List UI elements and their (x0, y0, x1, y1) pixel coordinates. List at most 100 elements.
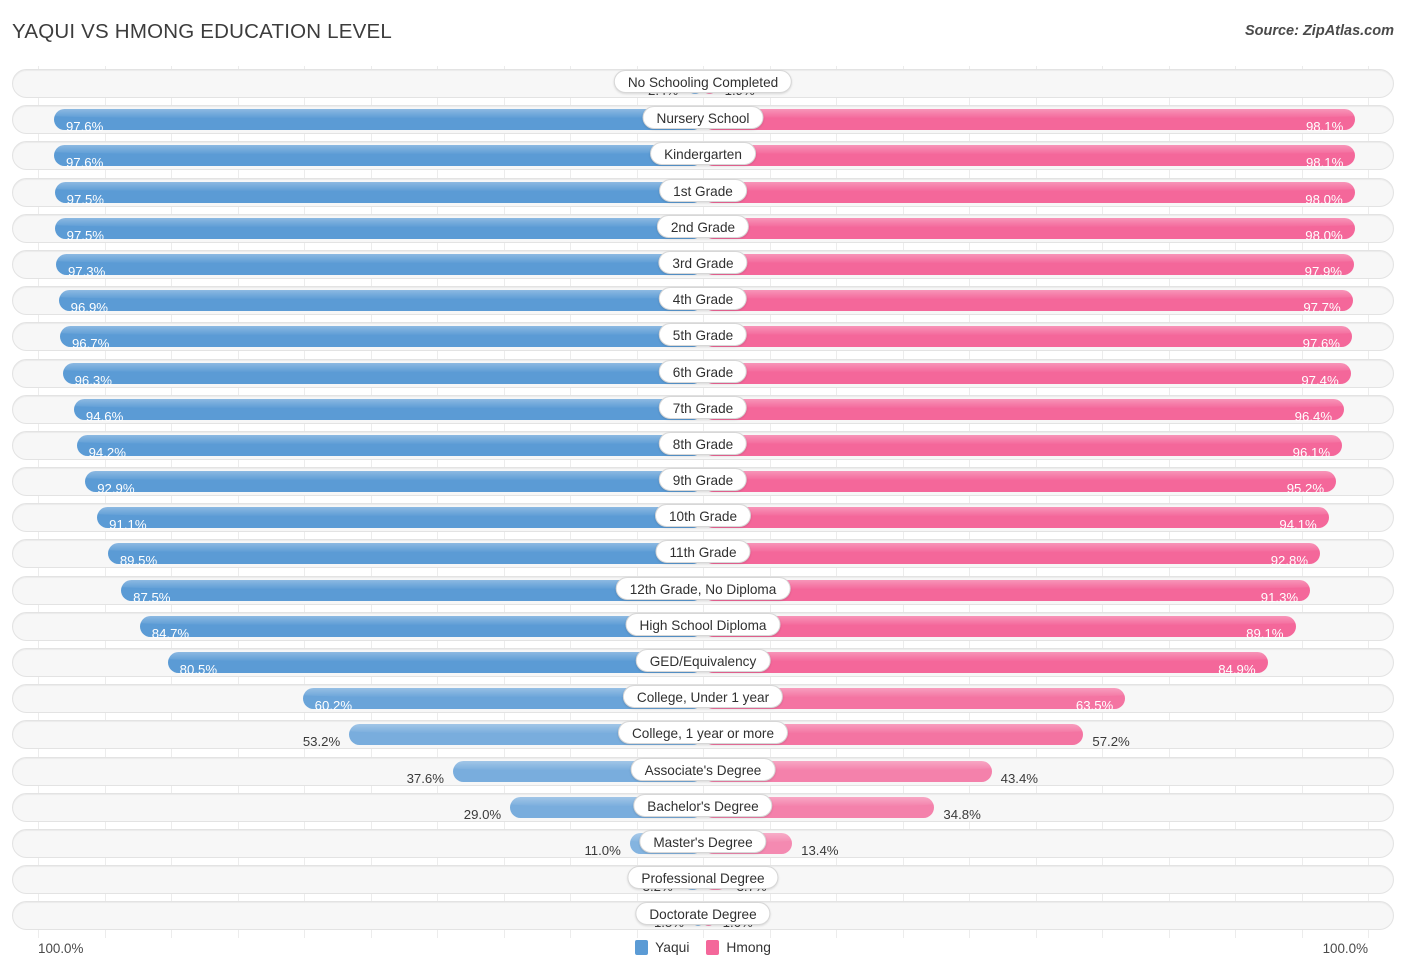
hmong-bar[interactable] (703, 253, 1355, 275)
yaqui-bar[interactable] (139, 615, 703, 637)
category-label[interactable]: No Schooling Completed (613, 70, 793, 93)
bar-row[interactable]: 96.3% 97.4% 6th Grade (0, 356, 1406, 392)
hmong-bar[interactable] (703, 652, 1268, 673)
hmong-half: 94.1% (703, 507, 1368, 532)
yaqui-value-label: 92.9% (97, 481, 135, 497)
bar-row[interactable]: 94.6% 96.4% 7th Grade (0, 392, 1406, 428)
bar-row[interactable]: 97.5% 98.0% 1st Grade (0, 175, 1406, 211)
bar-row[interactable]: 60.2% 63.5% College, Under 1 year (0, 681, 1406, 717)
hmong-bar[interactable] (703, 543, 1321, 565)
yaqui-bar[interactable] (53, 145, 703, 167)
hmong-bar[interactable] (703, 434, 1343, 456)
category-label[interactable]: GED/Equivalency (635, 649, 771, 672)
category-label[interactable]: Nursery School (642, 106, 764, 130)
bar-row[interactable]: 92.9% 95.2% 9th Grade (0, 464, 1406, 500)
hmong-bar[interactable] (703, 398, 1345, 420)
yaqui-bar[interactable] (167, 652, 703, 673)
hmong-bar[interactable] (703, 507, 1329, 529)
bar-sheen (703, 434, 1343, 444)
category-label[interactable]: 6th Grade (658, 359, 748, 383)
bar-row[interactable]: 1.5%1.6%Doctorate Degree (0, 898, 1406, 934)
yaqui-bar[interactable] (59, 326, 703, 348)
bar-sheen (62, 362, 703, 372)
hmong-bar[interactable] (703, 109, 1356, 131)
hmong-bar[interactable] (703, 326, 1353, 348)
yaqui-bar[interactable] (107, 543, 703, 565)
yaqui-half: 97.5% (38, 181, 703, 207)
bar-row[interactable]: 94.2% 96.1% 8th Grade (0, 428, 1406, 464)
bar-row[interactable]: 84.7% 89.1% High School Diploma (0, 609, 1406, 645)
bar-row[interactable]: 96.9% 97.7% 4th Grade (0, 283, 1406, 319)
bar-sheen (53, 145, 703, 155)
yaqui-bar[interactable] (58, 290, 703, 312)
hmong-bar[interactable] (703, 471, 1337, 493)
bar-row[interactable]: 97.6% 98.1% Kindergarten (0, 138, 1406, 174)
hmong-value-label: 91.3% (1260, 589, 1299, 605)
bar-row[interactable]: 89.5% 92.8% 11th Grade (0, 536, 1406, 572)
yaqui-bar[interactable] (62, 362, 703, 384)
bar-row[interactable]: 3.2%3.7%Professional Degree (0, 862, 1406, 898)
yaqui-bar[interactable] (55, 253, 703, 275)
category-label[interactable]: Kindergarten (650, 142, 756, 166)
category-label[interactable]: 1st Grade (659, 178, 747, 202)
hmong-bar[interactable] (703, 290, 1353, 312)
hmong-half: 97.4% (703, 362, 1368, 388)
bar-row[interactable]: 11.0% 13.4% Master's Degree (0, 826, 1406, 862)
hmong-bar[interactable] (703, 181, 1355, 203)
category-label[interactable]: Professional Degree (627, 866, 779, 890)
yaqui-bar[interactable] (54, 181, 703, 203)
bar-row[interactable]: 97.5% 98.0% 2nd Grade (0, 211, 1406, 247)
bar-row[interactable]: 97.3% 97.9% 3rd Grade (0, 247, 1406, 283)
bar-sheen (703, 145, 1356, 155)
category-label[interactable]: 2nd Grade (656, 214, 750, 238)
category-label[interactable]: 7th Grade (658, 395, 748, 419)
yaqui-bar[interactable] (76, 434, 703, 456)
yaqui-bar[interactable] (54, 217, 703, 239)
category-label[interactable]: High School Diploma (625, 612, 781, 636)
hmong-half: 43.4% (703, 760, 1368, 786)
category-label[interactable]: 8th Grade (658, 431, 748, 455)
yaqui-value-label: 97.3% (67, 263, 106, 279)
yaqui-bar[interactable] (97, 507, 703, 529)
bar-row[interactable]: 96.7% 97.6% 5th Grade (0, 319, 1406, 355)
category-label[interactable]: 5th Grade (658, 323, 748, 347)
category-label[interactable]: College, 1 year or more (617, 721, 789, 745)
category-label[interactable]: Master's Degree (639, 829, 767, 853)
bar-row[interactable]: 29.0% 34.8% Bachelor's Degree (0, 790, 1406, 826)
category-label[interactable]: 9th Grade (658, 468, 748, 492)
hmong-value-label: 97.6% (1302, 336, 1341, 352)
bar-row[interactable]: 2.4%1.9%No Schooling Completed (0, 66, 1406, 102)
hmong-bar[interactable] (703, 217, 1355, 239)
hmong-value-label: 98.0% (1305, 191, 1343, 207)
hmong-bar[interactable] (703, 362, 1351, 384)
category-label[interactable]: Doctorate Degree (635, 902, 771, 926)
hmong-half: 92.8% (703, 543, 1368, 568)
category-label[interactable]: 10th Grade (654, 504, 752, 528)
category-label[interactable]: 12th Grade, No Diploma (615, 576, 791, 600)
bar-row[interactable]: 87.5% 91.3% 12th Grade, No Diploma (0, 573, 1406, 609)
bar-row[interactable]: 97.6% 98.1% Nursery School (0, 102, 1406, 138)
category-label[interactable]: College, Under 1 year (622, 685, 784, 709)
legend-item-yaqui[interactable]: Yaqui (635, 940, 689, 955)
legend-item-hmong[interactable]: Hmong (706, 940, 771, 955)
hmong-bar[interactable] (703, 145, 1356, 167)
category-label[interactable]: Bachelor's Degree (633, 793, 773, 817)
category-label[interactable]: 11th Grade (655, 540, 751, 564)
hmong-bar[interactable] (703, 615, 1296, 637)
bar-row[interactable]: 37.6% 43.4% Associate's Degree (0, 754, 1406, 790)
category-label[interactable]: Associate's Degree (630, 757, 776, 781)
category-label[interactable]: 3rd Grade (658, 250, 748, 274)
hmong-value-label: 63.5% (1075, 698, 1114, 714)
yaqui-bar[interactable] (53, 109, 703, 131)
legend: Yaqui Hmong (0, 940, 1406, 955)
hmong-value-label: 97.7% (1303, 300, 1341, 316)
bar-row[interactable]: 53.2% 57.2% College, 1 year or more (0, 717, 1406, 753)
category-label[interactable]: 4th Grade (658, 287, 748, 311)
bar-row[interactable]: 91.1% 94.1% 10th Grade (0, 500, 1406, 536)
bar-sheen (167, 652, 703, 661)
hmong-bar[interactable] (703, 579, 1311, 601)
bar-sheen (703, 579, 1311, 589)
yaqui-bar[interactable] (73, 398, 703, 420)
bar-row[interactable]: 80.5% 84.9% GED/Equivalency (0, 645, 1406, 681)
yaqui-bar[interactable] (85, 471, 703, 493)
